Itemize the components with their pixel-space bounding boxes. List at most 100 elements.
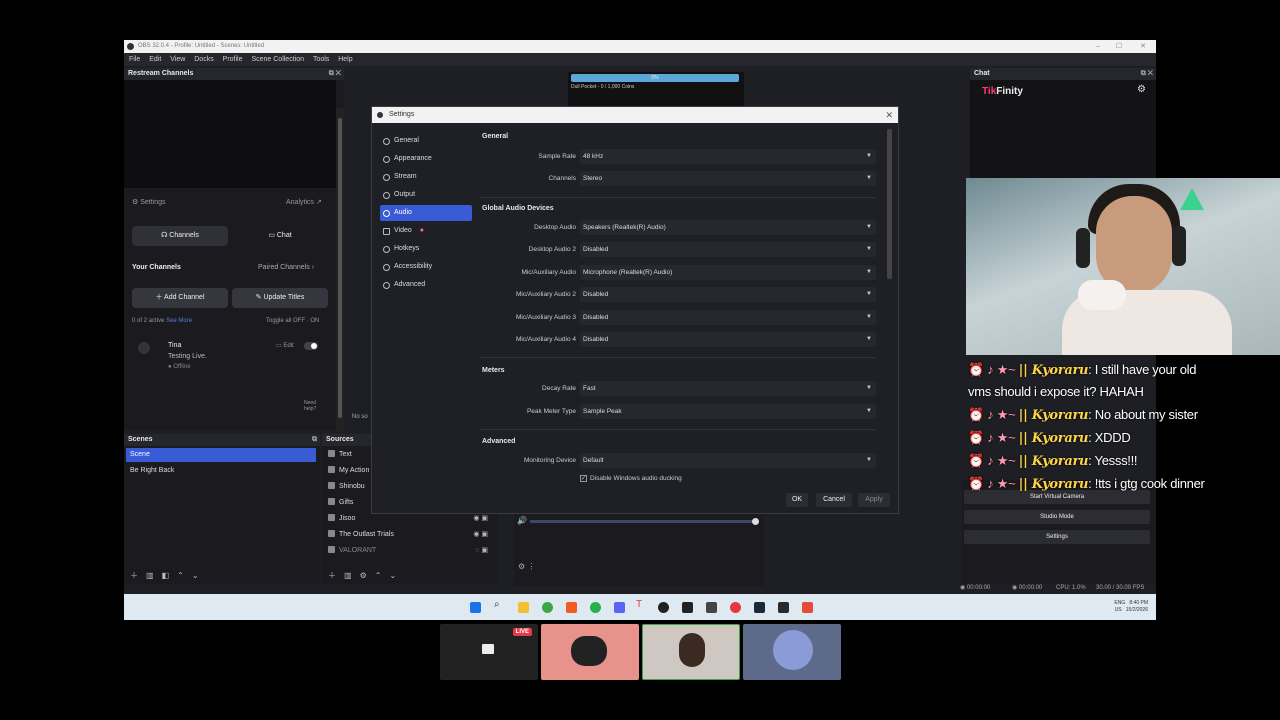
add-channel-button[interactable]: ＋ Add Channel [132,288,228,308]
source-item[interactable]: The Outlast Trials ◉ ▣ [324,528,496,542]
nav-stream[interactable]: Stream [380,169,472,185]
source-item[interactable]: Shinobu [324,480,365,494]
paired-channels-link[interactable]: Paired Channels › [258,264,314,271]
move-down-icon[interactable]: ⌄ [389,571,396,580]
disable-ducking-checkbox[interactable]: ✓ Disable Windows audio ducking [580,475,682,482]
cat-avatar-thumbnail[interactable] [541,624,639,680]
file-explorer-icon[interactable] [518,602,529,613]
chat-settings-icon[interactable]: ⚙ [1137,84,1146,95]
need-help-link[interactable]: Need help? [304,400,324,412]
source-item[interactable]: Jisoo ◉ ▣ [324,512,496,526]
mic-audio-select[interactable]: Microphone (Realtek(R) Audio) ▼ [580,265,876,280]
scene-item[interactable]: Be Right Back [126,464,316,478]
desktop-audio-2-select[interactable]: Disabled ▼ [580,242,876,257]
nav-audio[interactable]: Audio [380,205,472,221]
sample-rate-select[interactable]: 48 kHz ▼ [580,149,876,164]
nav-output[interactable]: Output [380,187,472,203]
menu-edit[interactable]: Edit [149,56,161,63]
move-down-icon[interactable]: ⌄ [192,571,199,580]
source-item[interactable]: VALORANT ◌ ▣ [324,544,496,558]
visibility-lock-icon[interactable]: ◉ ▣ [473,512,488,526]
settings-scrollbar[interactable] [887,129,892,279]
tab-channels[interactable]: ☊ Channels [132,226,228,246]
anime-avatar-thumbnail[interactable] [743,624,841,680]
nav-general[interactable]: General [380,133,472,149]
app-icon[interactable] [778,602,789,613]
move-up-icon[interactable]: ⌃ [375,571,382,580]
visibility-lock-icon[interactable]: ◌ ▣ [475,544,488,558]
search-icon[interactable]: ⌕ [494,599,505,610]
source-settings-icon[interactable]: ⚙ [360,571,367,580]
peak-meter-select[interactable]: Sample Peak ▼ [580,404,876,419]
volume-knob[interactable] [752,518,759,525]
nav-video[interactable]: Video ● [380,223,472,239]
visibility-lock-icon[interactable]: ◉ ▣ [473,528,488,542]
nav-advanced[interactable]: Advanced [380,277,472,293]
tiktok-icon[interactable] [682,602,693,613]
desktop-audio-select[interactable]: Speakers (Realtek(R) Audio) ▼ [580,220,876,235]
preview-canvas[interactable]: 0% Dull Pocket - 0 / 1,000 Coins [568,72,744,106]
record-app-icon[interactable] [730,602,741,613]
channels-select[interactable]: Stereo ▼ [580,171,876,186]
spotify-icon[interactable] [590,602,601,613]
source-item[interactable]: Gifts [324,496,353,510]
close-window-button[interactable]: ✕ [1140,40,1146,53]
scene-item[interactable]: Scene [126,448,316,462]
tiktok-studio-icon[interactable]: T [636,599,647,610]
obs-icon[interactable] [658,602,669,613]
screen-share-thumbnail[interactable]: LIVE [440,624,538,680]
update-titles-button[interactable]: ✎ Update Titles [232,288,328,308]
close-icon[interactable]: ✕ [885,107,893,123]
remove-scene-icon[interactable]: ▥ [146,571,154,580]
nav-appearance[interactable]: Appearance [380,151,472,167]
menu-scene-collection[interactable]: Scene Collection [251,56,304,63]
menu-help[interactable]: Help [338,56,352,63]
tab-chat[interactable]: ▭ Chat [232,226,328,246]
nav-hotkeys[interactable]: Hotkeys [380,241,472,257]
menu-file[interactable]: File [129,56,140,63]
chrome-icon[interactable] [542,602,553,613]
windows-start-icon[interactable] [470,602,481,613]
restream-analytics-link[interactable]: Analytics ↗ [286,198,322,206]
minimize-button[interactable]: – [1096,40,1100,53]
settings-button[interactable]: Settings [964,530,1150,544]
source-item[interactable]: Text [324,448,352,462]
apply-button[interactable]: Apply [858,493,890,507]
menu-docks[interactable]: Docks [194,56,213,63]
add-source-icon[interactable]: ＋ [328,571,336,580]
maximize-button[interactable]: ☐ [1116,40,1122,53]
menu-tools[interactable]: Tools [313,56,329,63]
mic-audio-3-select[interactable]: Disabled ▼ [580,310,876,325]
system-tray[interactable]: ENG 8:40 PM US 15/2/2026 [1114,600,1148,614]
volume-slider[interactable] [530,520,758,523]
channel-toggle[interactable] [304,342,318,350]
cancel-button[interactable]: Cancel [816,493,852,507]
studio-mode-button[interactable]: Studio Mode [964,510,1150,524]
decay-rate-select[interactable]: Fast ▼ [580,381,876,396]
brave-icon[interactable] [566,602,577,613]
ok-button[interactable]: OK [786,493,808,507]
dock-float-close-icon[interactable]: ⧉ ✕ [329,68,341,80]
toggle-all[interactable]: Toggle all OFF · ON [266,318,319,324]
restream-scrollbar[interactable] [336,108,344,432]
move-up-icon[interactable]: ⌃ [177,571,184,580]
dock-float-close-icon[interactable]: ⧉ ✕ [1141,68,1153,80]
mic-audio-2-select[interactable]: Disabled ▼ [580,287,876,302]
remove-source-icon[interactable]: ▥ [344,571,352,580]
filter-scene-icon[interactable]: ◧ [162,571,170,580]
discord-icon[interactable] [614,602,625,613]
steam-icon[interactable] [754,602,765,613]
scenes-float-icon[interactable]: ⧉ [312,434,317,446]
menu-view[interactable]: View [170,56,185,63]
monitoring-device-select[interactable]: Default ▼ [580,453,876,468]
speaker-icon[interactable]: 🔊 [517,516,527,525]
profile-photo-thumbnail[interactable] [642,624,740,680]
menu-profile[interactable]: Profile [223,56,243,63]
add-scene-icon[interactable]: ＋ [130,571,138,580]
capcut-icon[interactable] [706,602,717,613]
restream-settings-link[interactable]: ⚙ Settings [132,198,166,206]
valorant-icon[interactable] [802,602,813,613]
nav-accessibility[interactable]: Accessibility [380,259,472,275]
mixer-settings-icon[interactable]: ⚙ ⋮ [518,562,535,571]
channel-edit-button[interactable]: ▭ Edit [276,342,294,349]
